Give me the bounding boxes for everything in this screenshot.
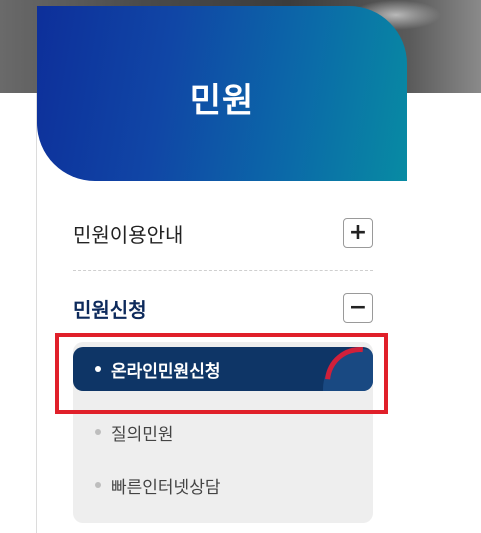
menu-divider <box>73 270 373 271</box>
submenu-item-label: 빠른인터넷상담 <box>111 477 221 498</box>
annotation-highlight-box <box>55 333 388 414</box>
expand-plus-icon[interactable]: + <box>343 218 373 248</box>
page-right-gutter <box>407 93 481 533</box>
menu-item-label: 민원신청 <box>73 297 147 322</box>
collapse-minus-icon[interactable]: − <box>343 293 373 323</box>
bullet-icon <box>95 482 101 488</box>
sidebar-title: 민원 <box>189 81 255 121</box>
menu-item-label: 민원이용안내 <box>73 222 184 247</box>
menu-item-application[interactable]: 민원신청 − <box>73 293 373 323</box>
menu-item-guide[interactable]: 민원이용안내 + <box>73 218 373 248</box>
page-left-gutter <box>0 93 37 533</box>
submenu-item-quick-consult[interactable]: 빠른인터넷상담 <box>73 463 373 507</box>
submenu-item-label: 질의민원 <box>111 424 174 445</box>
submenu-item-inquiry[interactable]: 질의민원 <box>73 410 373 454</box>
sidebar-header: 민원 <box>37 6 407 181</box>
bullet-icon <box>95 429 101 435</box>
